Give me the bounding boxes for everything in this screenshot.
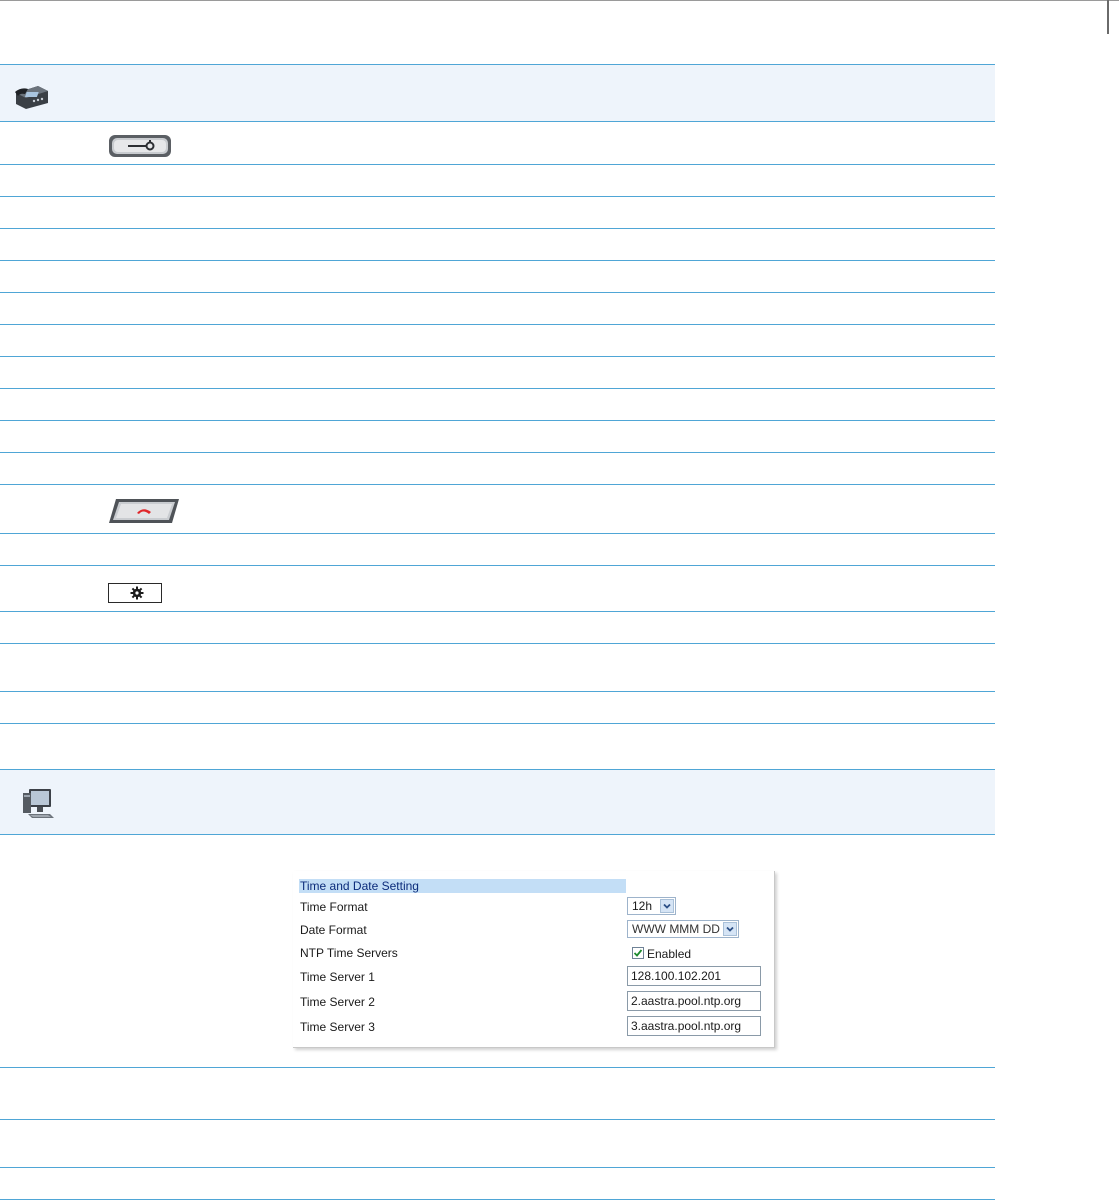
step-row-settings-key	[0, 566, 995, 612]
step-row	[0, 293, 995, 325]
step-row	[0, 325, 995, 357]
options-key-icon	[108, 134, 172, 163]
step-row	[0, 261, 995, 293]
step-row	[0, 229, 995, 261]
time-format-value: 12h	[632, 899, 653, 913]
ip-phone-icon	[12, 83, 52, 116]
ntp-time-servers-label: NTP Time Servers	[300, 946, 398, 960]
time-server-2-label: Time Server 2	[300, 995, 375, 1009]
ip-phone-ui-header-row	[0, 64, 995, 122]
step-row	[0, 1168, 995, 1200]
time-server-1-label: Time Server 1	[300, 970, 375, 984]
time-server-3-label: Time Server 3	[300, 1020, 375, 1034]
step-row	[0, 534, 995, 566]
page-edge-marker	[1107, 0, 1109, 34]
page-top-rule	[0, 0, 1119, 1]
step-row	[0, 421, 995, 453]
ntp-enabled-checkbox[interactable]	[632, 947, 644, 959]
step-row	[0, 692, 995, 724]
step-row	[0, 165, 995, 197]
settings-gear-key-icon	[108, 583, 162, 608]
time-server-3-input[interactable]: 3.aastra.pool.ntp.org	[627, 1016, 761, 1036]
step-row-options-key	[0, 122, 995, 165]
computer-icon	[20, 787, 56, 826]
chevron-down-icon[interactable]	[660, 899, 674, 913]
step-row	[0, 1068, 995, 1120]
step-row	[0, 644, 995, 692]
web-ui-header-row	[0, 770, 995, 835]
step-row-goodbye-key	[0, 485, 995, 534]
step-row	[0, 389, 995, 421]
step-row	[0, 197, 995, 229]
time-format-select[interactable]: 12h	[627, 897, 676, 915]
step-row	[0, 357, 995, 389]
date-format-value: WWW MMM DD	[632, 922, 720, 936]
step-row	[0, 1120, 995, 1168]
section-title: Time and Date Setting	[299, 879, 626, 893]
date-format-label: Date Format	[300, 923, 367, 937]
ntp-enabled-label: Enabled	[647, 947, 692, 961]
chevron-down-icon[interactable]	[723, 922, 737, 936]
goodbye-key-icon	[108, 498, 180, 529]
step-row	[0, 724, 995, 770]
time-server-1-input[interactable]: 128.100.102.201	[627, 966, 761, 986]
step-row	[0, 453, 995, 485]
time-format-label: Time Format	[300, 900, 368, 914]
time-server-2-input[interactable]: 2.aastra.pool.ntp.org	[627, 991, 761, 1011]
step-row	[0, 612, 995, 644]
date-format-select[interactable]: WWW MMM DD	[627, 920, 739, 938]
time-date-settings-panel: Time and Date Setting Time Format 12h Da…	[293, 871, 775, 1048]
